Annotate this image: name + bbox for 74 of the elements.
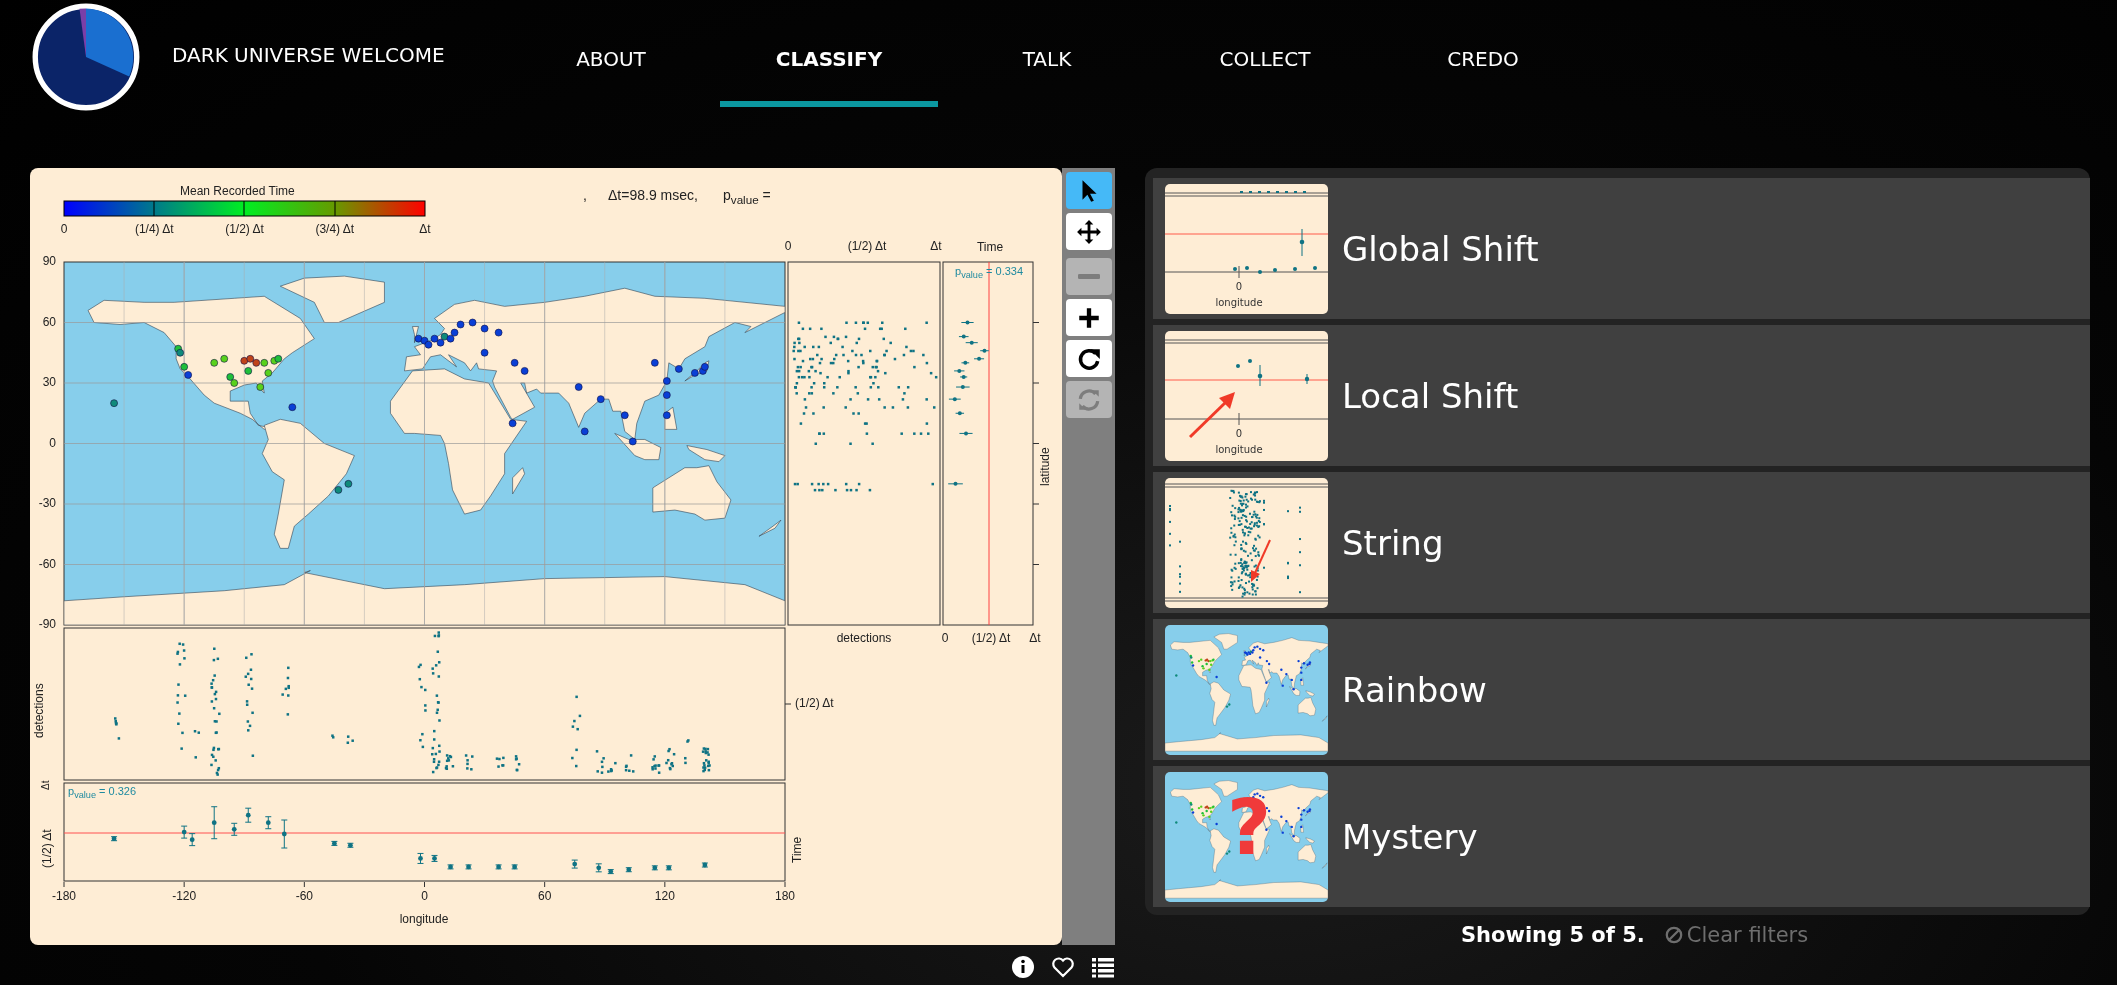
axis-tick: 0 (48, 435, 56, 450)
axis-label: detections (32, 683, 46, 738)
axis-label: Time (976, 240, 1004, 254)
colorbar-tick: Δt (419, 222, 431, 236)
minus-icon (1077, 274, 1100, 279)
nav-tab[interactable]: COLLECT (1156, 7, 1374, 107)
nav-tab[interactable]: CLASSIFY (720, 7, 938, 107)
axis-tick: (1/2) Δt (40, 829, 54, 868)
plot-header-text: Δt=98.9 msec, (608, 187, 698, 203)
axis-tick: Δt (1029, 631, 1041, 645)
nav-tab[interactable]: CREDO (1374, 7, 1592, 107)
axis-tick: -90 (37, 617, 56, 631)
list-icon[interactable] (1091, 955, 1115, 979)
axis-tick: -60 (37, 556, 56, 571)
axis-tick: 180 (775, 889, 795, 903)
colorbar-tick: (1/2) Δt (225, 222, 264, 236)
axis-tick: 0 (784, 239, 792, 253)
arrow-icon (1251, 538, 1271, 582)
p-value-text: p$_{value}$ = 0.326 (68, 785, 137, 801)
axis-label: longitude (399, 912, 449, 926)
axis-tick: 0 (941, 631, 949, 645)
axis-tick: (1/2) Δt (795, 696, 834, 710)
clear-filters-link[interactable]: Clear filters (1664, 923, 1809, 947)
axis-tick: 0 (421, 889, 428, 903)
colorbar-title: Mean Recorded Time (180, 184, 295, 198)
colorbar-tick: (1/4) Δt (134, 222, 174, 236)
colorbar-tick: (3/4) Δt (315, 222, 355, 236)
plot-header-text: p$_{value}$ = (723, 187, 771, 206)
axis-tick: 60 (538, 889, 552, 903)
axis-tick: (1/2) Δt (971, 631, 1011, 645)
nav-tab[interactable]: TALK (938, 7, 1156, 107)
axis-tick: 60 (41, 314, 56, 329)
card-title: Mystery (1342, 816, 1478, 857)
axis-label: longitude (1215, 443, 1263, 455)
nav-tab[interactable]: ABOUT (502, 7, 720, 107)
axis-tick: 30 (41, 375, 56, 389)
workflow-card[interactable]: 0 longitude Local Shift (1153, 325, 2090, 466)
info-icon[interactable] (1011, 955, 1035, 979)
plot-header-text: , (583, 187, 587, 203)
axis-label: latitude (1038, 447, 1052, 486)
circle-slash-icon (1664, 926, 1683, 944)
axis-tick: -120 (172, 889, 197, 903)
move-icon (1075, 218, 1102, 245)
heart-icon[interactable] (1051, 955, 1075, 979)
move-button[interactable] (1065, 213, 1112, 250)
workflow-card[interactable]: String (1153, 472, 2090, 613)
p-value-text: p$_{value}$ = 0.334 (955, 265, 1024, 281)
card-title: String (1342, 522, 1444, 563)
card-title: Global Shift (1342, 228, 1539, 269)
axis-tick: -180 (52, 889, 76, 903)
card-title: Rainbow (1342, 669, 1487, 710)
axis-tick: -60 (295, 889, 313, 903)
workflow-card[interactable]: 0 longitude Global Shift (1153, 178, 2090, 319)
axis-tick: -30 (37, 496, 56, 510)
pointer-button[interactable] (1065, 172, 1112, 209)
axis-tick: 90 (41, 254, 56, 268)
arrow-icon (1188, 391, 1235, 438)
axis-tick: Δt (930, 239, 942, 253)
axis-tick: Δt (40, 780, 51, 790)
axis-label: detections (836, 631, 892, 645)
pie-logo-icon[interactable] (32, 3, 140, 111)
brand-link[interactable]: DARK UNIVERSE WELCOME (172, 43, 502, 67)
redo-button[interactable] (1065, 340, 1112, 377)
zoom-in-button[interactable] (1065, 299, 1112, 336)
axis-label: longitude (1215, 296, 1263, 308)
workflow-card[interactable]: Rainbow (1153, 619, 2090, 760)
colorbar-tick: 0 (60, 222, 68, 236)
card-title: Local Shift (1342, 375, 1519, 416)
axis-tick: 0 (1235, 280, 1243, 292)
axis-label: Time (790, 836, 804, 863)
axis-tick: 120 (654, 889, 675, 903)
axis-tick: (1/2) Δt (847, 239, 887, 253)
result-count: Showing 5 of 5. (1461, 923, 1645, 947)
axis-tick: 0 (1235, 427, 1243, 439)
